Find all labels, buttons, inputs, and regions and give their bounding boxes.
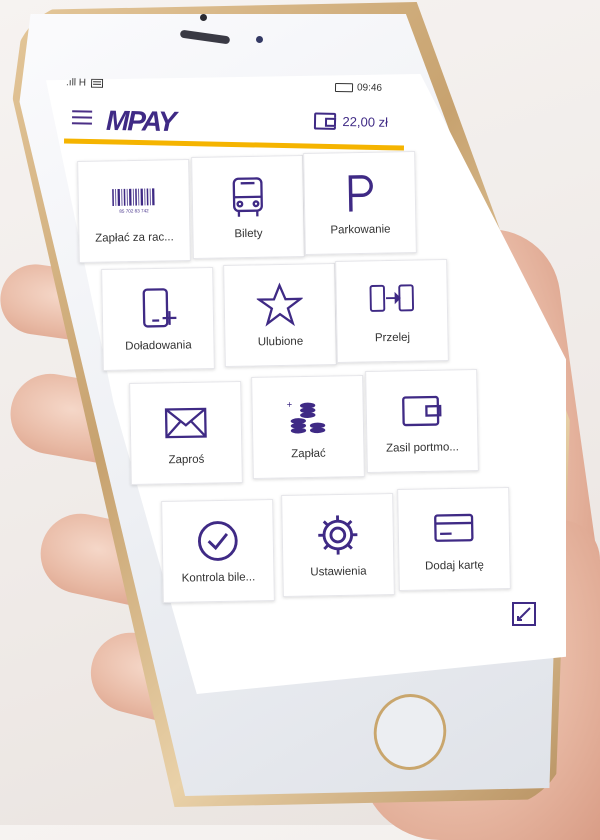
tile-label: Zapłać za rac... [95, 231, 174, 244]
tile-label: Zasil portmo... [386, 441, 459, 454]
tile-label: Bilety [234, 228, 262, 240]
gear-icon [314, 512, 361, 559]
action-grid: 85 702 83 742 Zapłać za rac... Bilety Pa… [64, 150, 534, 670]
star-icon [256, 282, 303, 329]
wallet-icon [314, 113, 336, 130]
wallet-icon [398, 388, 445, 435]
edit-icon[interactable] [510, 600, 538, 628]
battery-icon [335, 83, 353, 92]
tile-transfer[interactable]: Przelej [335, 259, 449, 363]
tile-ticket-control[interactable]: Kontrola bile... [161, 499, 275, 603]
balance-amount: 22,00 zł [342, 114, 388, 130]
tile-label: Dodaj kartę [425, 559, 484, 572]
tile-label: Zapłać [291, 448, 326, 461]
tile-settings[interactable]: Ustawienia [281, 493, 395, 597]
proximity-sensor [200, 14, 207, 21]
tile-label: Ulubione [258, 336, 304, 349]
front-camera [256, 36, 263, 43]
tile-label: Doładowania [125, 339, 192, 352]
tile-favorites[interactable]: Ulubione [223, 263, 337, 367]
envelope-icon [162, 400, 209, 447]
hamburger-menu-icon[interactable] [72, 110, 92, 124]
tile-parking[interactable]: Parkowanie [303, 151, 417, 255]
barcode-icon: 85 702 83 742 [110, 178, 157, 225]
phone-topup-icon [134, 286, 181, 333]
tile-tickets[interactable]: Bilety [191, 155, 305, 259]
card-icon [430, 506, 477, 553]
tile-pay-bill[interactable]: 85 702 83 742 Zapłać za rac... [77, 159, 191, 263]
tile-add-card[interactable]: Dodaj kartę [397, 487, 511, 591]
tile-label: Ustawienia [310, 566, 366, 579]
coins-icon: + [284, 394, 331, 441]
transfer-icon [368, 278, 415, 325]
check-circle-icon [194, 518, 241, 565]
tile-label: Kontrola bile... [182, 571, 256, 584]
message-icon [91, 79, 103, 88]
mpay-logo: MPAY [106, 105, 175, 138]
svg-text:+: + [286, 400, 292, 411]
barcode-digits: 85 702 83 742 [119, 208, 149, 214]
tile-label: Przelej [375, 332, 410, 345]
wallet-balance[interactable]: 22,00 zł [314, 113, 388, 131]
tile-invite[interactable]: Zaproś [129, 381, 243, 485]
tile-label: Zaproś [168, 454, 204, 467]
tile-pay[interactable]: + Zapłać [251, 375, 365, 479]
tile-topup[interactable]: Doładowania [101, 267, 215, 371]
app-header: MPAY 22,00 zł [62, 100, 393, 144]
parking-icon [336, 170, 383, 217]
tile-top-up-wallet[interactable]: Zasil portmo... [365, 369, 479, 473]
tile-label: Parkowanie [330, 223, 390, 236]
bus-icon [224, 174, 271, 221]
status-time: 09:46 [357, 82, 382, 93]
signal-indicator: .ıll H [66, 77, 86, 88]
